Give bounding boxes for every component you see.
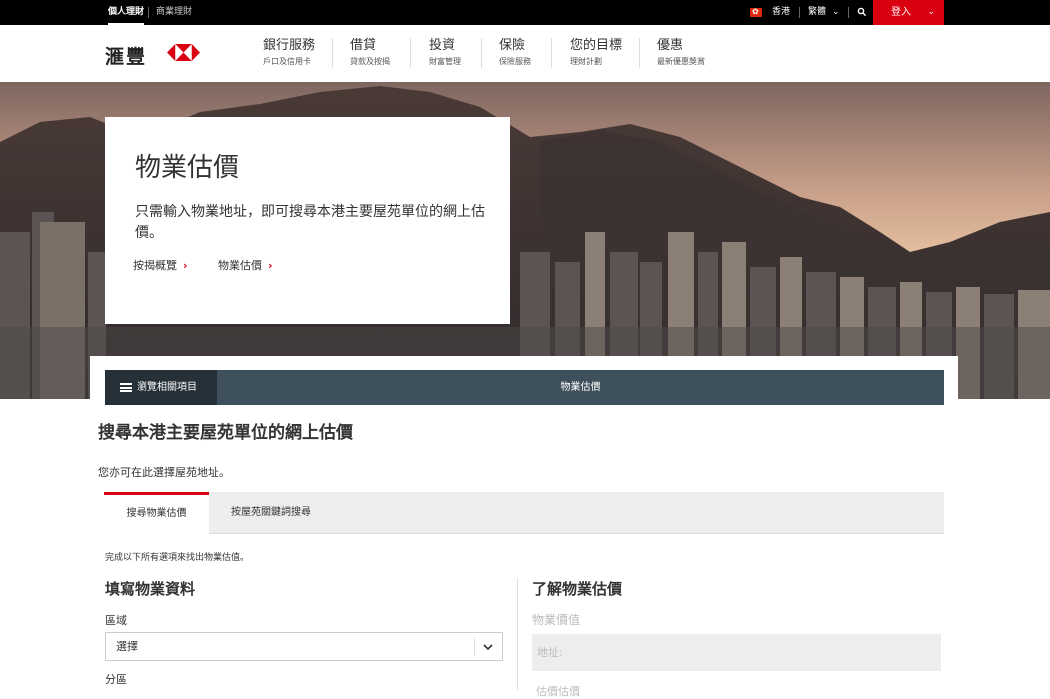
- nav-borrowing-label: 借貸: [350, 38, 377, 53]
- info-title: 了解物業估價: [532, 580, 623, 598]
- nav-offers-sub: 最新優惠獎賞: [657, 57, 705, 66]
- section-hint: 您亦可在此選擇屋苑地址。: [98, 466, 230, 479]
- nav-investing[interactable]: 投資 財富管理: [429, 38, 461, 74]
- divider: [551, 38, 552, 68]
- chevron-down-icon: [483, 644, 493, 651]
- nav-borrowing[interactable]: 借貸 貸款及按揭: [350, 38, 390, 74]
- commercial-banking-link[interactable]: 商業理財: [156, 0, 192, 25]
- region-selector[interactable]: 香港: [772, 0, 790, 25]
- main-navigation: 滙豐 銀行服務 戶口及信用卡 借貸 貸款及按揭 投資 財富管理 保險 保險服務 …: [0, 25, 1050, 83]
- page-title: 物業估價: [135, 153, 240, 183]
- nav-goals[interactable]: 您的目標 理財計劃: [570, 38, 622, 74]
- property-value-label: 物業價值: [532, 613, 581, 627]
- divider: [639, 38, 640, 68]
- login-button[interactable]: 登入 ⌄: [873, 0, 944, 25]
- nav-offers-label: 優惠: [657, 38, 684, 53]
- property-valuation-link[interactable]: 物業估價 ›: [218, 257, 273, 273]
- hero-card: 物業估價 只需輸入物業地址，即可搜尋本港主要屋苑單位的網上估價。 按揭概覽 › 物…: [105, 117, 510, 324]
- divider: [148, 7, 149, 18]
- section-title: 搜尋本港主要屋苑單位的網上估價: [98, 423, 353, 443]
- nav-offers[interactable]: 優惠 最新優惠獎賞: [657, 38, 705, 74]
- hero-description: 只需輸入物業地址，即可搜尋本港主要屋苑單位的網上估價。: [135, 204, 485, 241]
- nav-borrowing-sub: 貸款及按揭: [350, 57, 390, 66]
- brand-name[interactable]: 滙豐: [105, 42, 147, 69]
- hong-kong-flag-icon: [750, 5, 762, 19]
- address-label: 地址:: [537, 646, 563, 659]
- mortgage-overview-link[interactable]: 按揭概覽 ›: [133, 257, 188, 273]
- nav-banking-label: 銀行服務: [263, 38, 316, 53]
- divider: [799, 7, 800, 18]
- form-title: 填寫物業資料: [105, 580, 196, 598]
- divider: [332, 38, 333, 68]
- tab-keyword-search[interactable]: 按屋苑關鍵詞搜尋: [231, 492, 311, 534]
- nav-investing-sub: 財富管理: [429, 57, 461, 66]
- hamburger-menu-icon: [120, 383, 132, 392]
- search-tabs: 搜尋物業估價 按屋苑關鍵詞搜尋: [104, 492, 944, 534]
- tab-search-valuation[interactable]: 搜尋物業估價: [104, 492, 209, 534]
- subdistrict-label: 分區: [105, 673, 127, 686]
- chevron-right-icon: ›: [183, 259, 188, 272]
- nav-banking[interactable]: 銀行服務 戶口及信用卡: [263, 38, 315, 74]
- current-page-label: 物業估價: [560, 382, 601, 393]
- hsbc-hexagon-logo[interactable]: [167, 44, 200, 61]
- login-label: 登入: [891, 7, 911, 18]
- chevron-down-icon: ⌄: [927, 7, 935, 17]
- nav-goals-sub: 理財計劃: [570, 57, 602, 66]
- district-label: 區域: [105, 614, 127, 627]
- divider: [481, 38, 482, 68]
- divider: [474, 638, 475, 656]
- column-divider: [517, 578, 518, 690]
- nav-insurance-label: 保險: [499, 38, 526, 53]
- next-label: 估價估價: [536, 685, 580, 698]
- nav-goals-label: 您的目標: [570, 38, 623, 53]
- nav-banking-sub: 戶口及信用卡: [263, 57, 311, 66]
- search-icon[interactable]: [857, 7, 867, 17]
- divider: [410, 38, 411, 68]
- property-valuation-label: 物業估價: [218, 259, 262, 272]
- nav-insurance-sub: 保險服務: [499, 57, 531, 66]
- top-utility-bar: 個人理財 商業理財 香港 繁體 ⌄ 登入 ⌄: [0, 0, 1050, 25]
- district-select[interactable]: 選擇: [105, 632, 503, 661]
- form-instruction: 完成以下所有選項來找出物業估值。: [105, 553, 250, 563]
- chevron-down-icon[interactable]: ⌄: [832, 6, 840, 19]
- language-selector[interactable]: 繁體: [808, 0, 826, 25]
- nav-investing-label: 投資: [429, 38, 456, 53]
- chevron-right-icon: ›: [268, 259, 273, 272]
- district-select-value: 選擇: [116, 640, 138, 653]
- browse-related-button[interactable]: 瀏覽相關項目: [105, 370, 217, 405]
- mortgage-overview-label: 按揭概覽: [133, 259, 177, 272]
- browse-related-label: 瀏覽相關項目: [137, 382, 197, 393]
- valuation-result-box: 地址:: [532, 634, 941, 671]
- nav-insurance[interactable]: 保險 保險服務: [499, 38, 531, 74]
- personal-banking-link[interactable]: 個人理財: [108, 0, 145, 25]
- divider: [848, 7, 849, 18]
- browse-bar: 瀏覽相關項目 物業估價: [105, 370, 944, 405]
